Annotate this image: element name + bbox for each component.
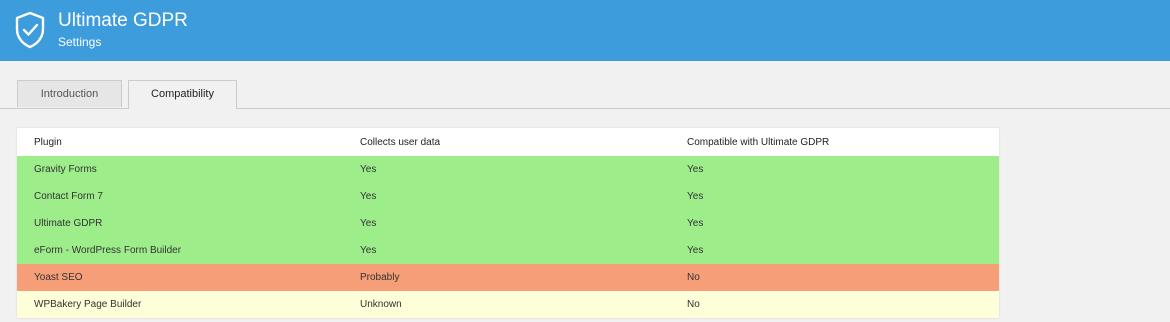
shield-check-icon — [15, 11, 45, 49]
cell-collects-user-data: Probably — [360, 272, 400, 283]
cell-collects-user-data: Yes — [360, 164, 377, 175]
cell-plugin: WPBakery Page Builder — [34, 299, 142, 310]
cell-compatible: Yes — [687, 245, 704, 256]
cell-compatible: No — [687, 272, 700, 283]
compatibility-table: Plugin Collects user data Compatible wit… — [17, 128, 999, 318]
cell-compatible: Yes — [687, 191, 704, 202]
column-header-compatible: Compatible with Ultimate GDPR — [670, 128, 999, 156]
cell-plugin: Yoast SEO — [34, 272, 83, 283]
cell-compatible: Yes — [687, 218, 704, 229]
cell-collects-user-data: Yes — [360, 245, 377, 256]
table-row: eForm - WordPress Form Builder Yes Yes — [17, 237, 999, 264]
tab-introduction[interactable]: Introduction — [17, 80, 122, 107]
app-header: Ultimate GDPR Settings — [0, 0, 1170, 61]
cell-plugin: eForm - WordPress Form Builder — [34, 245, 182, 256]
table-row: Ultimate GDPR Yes Yes — [17, 210, 999, 237]
table-header-row: Plugin Collects user data Compatible wit… — [17, 128, 999, 156]
table-row: Contact Form 7 Yes Yes — [17, 183, 999, 210]
column-header-collects: Collects user data — [343, 128, 670, 156]
column-header-plugin: Plugin — [17, 128, 343, 156]
app-title: Ultimate GDPR — [58, 10, 188, 31]
cell-compatible: No — [687, 299, 700, 310]
table-row: WPBakery Page Builder Unknown No — [17, 291, 999, 318]
table-row: Gravity Forms Yes Yes — [17, 156, 999, 183]
tab-compatibility[interactable]: Compatibility — [128, 80, 237, 109]
cell-plugin: Contact Form 7 — [34, 191, 103, 202]
cell-plugin: Gravity Forms — [34, 164, 97, 175]
cell-compatible: Yes — [687, 164, 704, 175]
table-row: Yoast SEO Probably No — [17, 264, 999, 291]
tab-bar: Introduction Compatibility — [0, 80, 1170, 109]
cell-plugin: Ultimate GDPR — [34, 218, 103, 229]
cell-collects-user-data: Unknown — [360, 299, 402, 310]
cell-collects-user-data: Yes — [360, 191, 377, 202]
cell-collects-user-data: Yes — [360, 218, 377, 229]
app-subtitle: Settings — [58, 35, 102, 49]
